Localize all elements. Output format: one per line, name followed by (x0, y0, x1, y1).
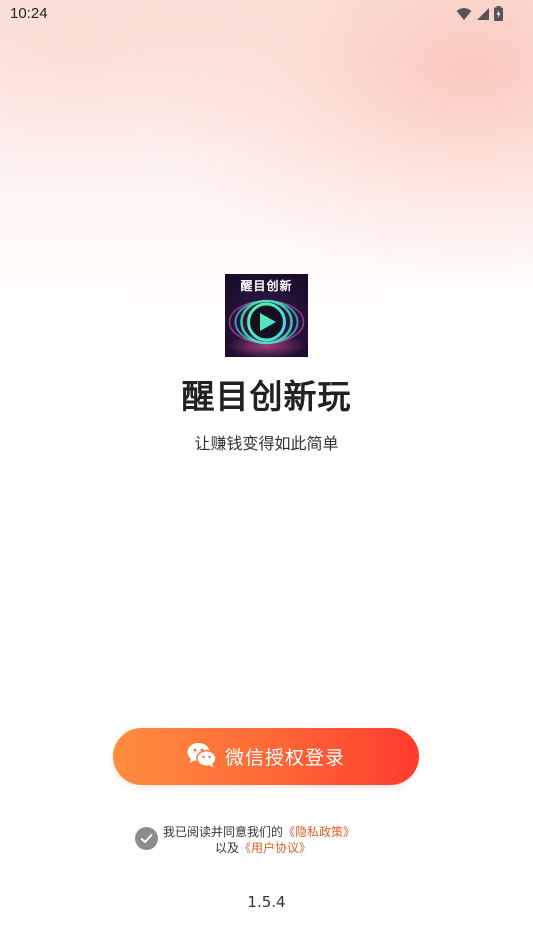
app-slogan: 让赚钱变得如此简单 (194, 434, 339, 453)
status-bar: 10:24 (0, 0, 533, 30)
user-agreement-link[interactable]: 《用户协议》 (239, 841, 311, 855)
app-logo: 醒目创新 (225, 274, 308, 357)
app-version: 1.5.4 (247, 893, 286, 911)
agreement-prefix: 我已阅读并同意我们的 (163, 825, 284, 839)
wechat-login-button[interactable]: 微信授权登录 (113, 728, 419, 785)
app-name: 醒目创新玩 (181, 377, 352, 416)
wifi-icon (456, 7, 472, 21)
agree-checkbox[interactable] (135, 827, 158, 850)
battery-icon (494, 6, 503, 21)
agreement: 我已阅读并同意我们的《隐私政策》 以及《用户协议》 (135, 822, 405, 858)
agreement-line-2: 以及《用户协议》 (215, 839, 311, 856)
status-time: 10:24 (10, 5, 48, 22)
agreement-joiner: 以及 (215, 841, 240, 855)
check-icon (140, 833, 153, 844)
login-button-label: 微信授权登录 (224, 747, 345, 769)
signal-icon (476, 7, 490, 21)
agreement-line-1: 我已阅读并同意我们的《隐私政策》 (163, 823, 355, 840)
wechat-icon (187, 742, 217, 772)
status-icons (456, 6, 503, 21)
logo-text: 醒目创新 (240, 279, 293, 293)
privacy-policy-link[interactable]: 《隐私政策》 (283, 825, 355, 839)
